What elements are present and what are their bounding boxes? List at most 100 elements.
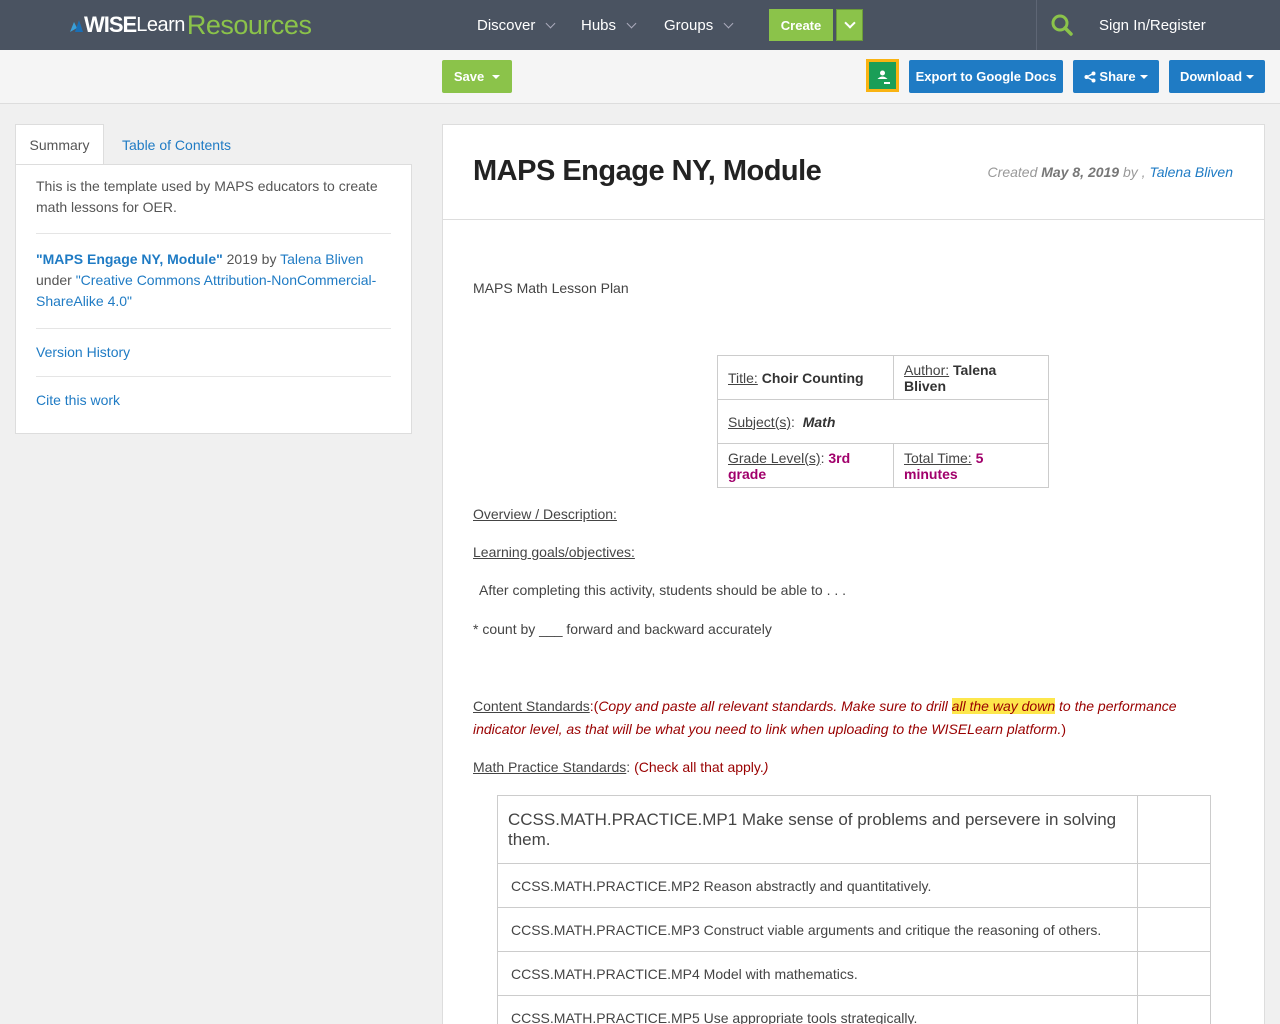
content-standards-label: Content Standards: [473, 698, 590, 714]
logo-wise-text: WISE: [84, 12, 137, 37]
subject-cell: Subject(s): Math: [717, 399, 1049, 444]
table-row: CCSS.MATH.PRACTICE.MP2 Reason abstractly…: [497, 863, 1211, 908]
subject-sep: :: [791, 413, 795, 430]
lesson-info-table: Title: Choir Counting Author: Talena Bli…: [717, 355, 1049, 488]
checkbox-cell[interactable]: [1137, 863, 1211, 908]
top-navigation-bar: WISE Learn Resources Discover Hubs Group…: [0, 0, 1280, 50]
sidebar-tabs: Summary Table of Contents: [15, 124, 412, 165]
practice-note: (Check all that apply.: [634, 759, 764, 775]
license-attribution: "MAPS Engage NY, Module" 2019 by Talena …: [36, 234, 391, 328]
logo-learn-text: Learn: [136, 13, 185, 36]
nav-hubs[interactable]: Hubs: [581, 0, 637, 50]
practice-sep: :: [626, 759, 635, 775]
nav-discover-label: Discover: [477, 16, 536, 34]
download-button-label: Download: [1179, 69, 1243, 84]
logo-resources-text: Resources: [186, 9, 312, 40]
chevron-down-icon: [626, 18, 637, 28]
grade-cell: Grade Level(s): 3rd grade: [717, 443, 894, 488]
search-icon[interactable]: [1050, 13, 1074, 37]
license-title-link[interactable]: "MAPS Engage NY, Module": [36, 251, 223, 267]
time-label: Total Time:: [904, 449, 972, 466]
overview-label: Overview / Description:: [473, 506, 617, 522]
goals-label: Learning goals/objectives:: [473, 544, 635, 560]
share-icon: [1084, 71, 1096, 82]
title-label: Title:: [728, 369, 758, 386]
standard-cell: CCSS.MATH.PRACTICE.MP1 Make sense of pro…: [497, 795, 1138, 864]
share-button[interactable]: Share: [1073, 60, 1159, 93]
license-name-link[interactable]: "Creative Commons Attribution-NonCommerc…: [36, 272, 376, 309]
caret-down-icon: [1246, 74, 1255, 79]
google-classroom-button[interactable]: [866, 59, 899, 92]
checkbox-cell[interactable]: [1137, 951, 1211, 996]
created-prefix: Created: [987, 164, 1042, 180]
save-button-label: Save: [453, 69, 485, 84]
export-google-docs-button[interactable]: Export to Google Docs: [909, 60, 1063, 93]
chevron-down-icon: [545, 18, 556, 28]
created-info: Created May 8, 2019 by , Talena Bliven: [988, 164, 1233, 180]
chevron-down-icon: [843, 17, 856, 29]
author-cell: Author: Talena Bliven: [893, 355, 1049, 400]
license-author-link[interactable]: Talena Bliven: [280, 251, 363, 267]
nav-divider: [1036, 0, 1037, 50]
cite-work-link[interactable]: Cite this work: [36, 377, 391, 424]
table-row: CCSS.MATH.PRACTICE.MP3 Construct viable …: [497, 907, 1211, 952]
checkbox-cell[interactable]: [1137, 795, 1211, 864]
lesson-heading: MAPS Math Lesson Plan: [473, 280, 629, 296]
practice-standards-table: CCSS.MATH.PRACTICE.MP1 Make sense of pro…: [497, 795, 1211, 1024]
version-history-link[interactable]: Version History: [36, 329, 391, 376]
summary-panel: This is the template used by MAPS educat…: [15, 164, 412, 434]
content-standards-highlight: all the way down: [951, 698, 1056, 714]
license-under: under: [36, 272, 76, 288]
table-row: CCSS.MATH.PRACTICE.MP4 Model with mathem…: [497, 951, 1211, 996]
time-cell: Total Time: 5 minutes: [893, 443, 1049, 488]
title-cell: Title: Choir Counting: [717, 355, 894, 400]
tab-table-of-contents[interactable]: Table of Contents: [122, 124, 231, 165]
page-title: MAPS Engage NY, Module: [473, 155, 822, 187]
create-button[interactable]: Create: [769, 9, 833, 41]
created-by: by ,: [1119, 164, 1150, 180]
created-date: May 8, 2019: [1041, 164, 1120, 180]
practice-standards-heading: Math Practice Standards: (Check all that…: [473, 759, 768, 775]
nav-groups-label: Groups: [664, 16, 714, 34]
download-button[interactable]: Download: [1169, 60, 1265, 93]
save-button[interactable]: Save: [442, 60, 512, 93]
practice-note-close: ): [763, 759, 769, 775]
content-standards-close: ): [1061, 721, 1067, 737]
practice-standards-label: Math Practice Standards: [473, 759, 627, 775]
wiselearn-logo[interactable]: WISE Learn Resources: [68, 9, 312, 40]
create-dropdown-button[interactable]: [836, 9, 863, 41]
checkbox-cell[interactable]: [1137, 907, 1211, 952]
standard-cell: CCSS.MATH.PRACTICE.MP2 Reason abstractly…: [497, 863, 1138, 908]
standard-cell: CCSS.MATH.PRACTICE.MP3 Construct viable …: [497, 907, 1138, 952]
chevron-down-icon: [723, 18, 734, 28]
author-label: Author:: [904, 361, 950, 378]
resource-header: MAPS Engage NY, Module Created May 8, 20…: [443, 125, 1264, 220]
caret-down-icon: [1139, 74, 1148, 79]
license-year: 2019 by: [222, 251, 281, 267]
goals-intro: After completing this activity, students…: [479, 582, 847, 598]
share-button-label: Share: [1099, 69, 1136, 84]
resource-content-panel: MAPS Engage NY, Module Created May 8, 20…: [442, 124, 1265, 1024]
nav-groups[interactable]: Groups: [664, 0, 734, 50]
resource-toolbar: Save Export to Google Docs Share Downloa…: [0, 50, 1280, 104]
standard-cell: CCSS.MATH.PRACTICE.MP4 Model with mathem…: [497, 951, 1138, 996]
standard-cell: CCSS.MATH.PRACTICE.MP5 Use appropriate t…: [497, 995, 1138, 1024]
caret-down-icon: [492, 74, 501, 79]
tab-summary[interactable]: Summary: [15, 124, 104, 165]
logo-mark-icon: [68, 16, 86, 34]
resource-description: This is the template used by MAPS educat…: [36, 178, 378, 215]
content-standards: Content Standards:(Copy and paste all re…: [473, 695, 1213, 741]
sign-in-register-link[interactable]: Sign In/Register: [1099, 0, 1206, 50]
checkbox-cell[interactable]: [1137, 995, 1211, 1024]
nav-discover[interactable]: Discover: [477, 0, 556, 50]
table-row: CCSS.MATH.PRACTICE.MP5 Use appropriate t…: [497, 995, 1211, 1024]
grade-label: Grade Level(s): [728, 449, 821, 466]
subject-value: Math: [802, 413, 836, 430]
goal-item: * count by ___ forward and backward accu…: [473, 621, 772, 637]
nav-hubs-label: Hubs: [581, 16, 617, 34]
created-author-link[interactable]: Talena Bliven: [1149, 164, 1233, 180]
content-standards-note: Copy and paste all relevant standards. M…: [598, 698, 952, 714]
table-row: CCSS.MATH.PRACTICE.MP1 Make sense of pro…: [497, 795, 1211, 864]
subject-label: Subject(s): [728, 413, 792, 430]
google-classroom-icon: [869, 62, 896, 89]
